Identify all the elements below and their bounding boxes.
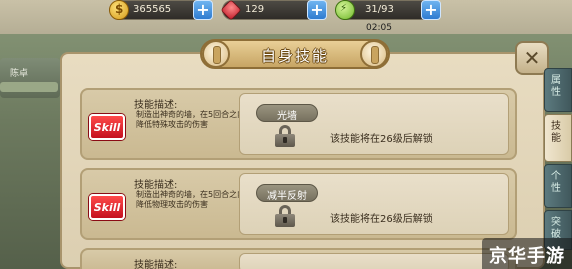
- tab-label: 属性: [551, 75, 561, 98]
- skill-name-badge: 光墙: [256, 104, 318, 122]
- gem-counter: 129 +: [220, 0, 327, 21]
- add-gold-button[interactable]: +: [193, 0, 213, 20]
- skill-unlock-text: 该技能将在26级后解锁: [330, 134, 433, 145]
- gem-value: 129: [245, 4, 265, 15]
- skill-card[interactable]: 技能描述:: [80, 248, 517, 269]
- tab-label: 技能: [551, 121, 561, 144]
- skill-desc-text: 制造出神奇的墙，在5回合之内降低特殊攻击的伤害: [136, 110, 246, 129]
- stamina-timer: 02:05: [366, 23, 392, 33]
- skill-name: 减半反射: [267, 191, 307, 202]
- skill-desc-title: 技能描述:: [134, 100, 178, 111]
- stamina-value: 31/93: [365, 4, 394, 15]
- background-player-name: 陈卓: [10, 69, 29, 79]
- tab-personality[interactable]: 个性: [544, 164, 572, 208]
- tab-skills[interactable]: 技能: [544, 114, 572, 162]
- background-player-panel: [0, 58, 60, 98]
- add-gem-button[interactable]: +: [307, 0, 327, 20]
- skill-lock-panel: [239, 253, 509, 269]
- stamina-counter: ⚡ 31/93 +: [335, 0, 441, 20]
- skill-lock-panel: 减半反射 该技能将在26级后解锁: [239, 173, 509, 235]
- skill-name: 光墙: [277, 111, 297, 122]
- skill-name-badge: 减半反射: [256, 184, 318, 202]
- gold-counter: $ 365565 +: [109, 0, 213, 20]
- skill-logo-icon: Skill: [89, 114, 125, 140]
- skill-logo-icon: Skill: [89, 194, 125, 220]
- tab-attributes[interactable]: 属性: [544, 68, 572, 112]
- tab-label: 个性: [551, 171, 561, 194]
- lock-icon: [275, 125, 295, 147]
- skill-card[interactable]: Skill 技能描述: 制造出神奇的墙，在5回合之内降低物理攻击的伤害 减半反射…: [80, 168, 517, 240]
- stamina-icon: ⚡: [335, 0, 355, 20]
- skill-desc-text: 制造出神奇的墙，在5回合之内降低物理攻击的伤害: [136, 190, 246, 209]
- skill-unlock-text: 该技能将在26级后解锁: [330, 214, 433, 225]
- skill-desc-title: 技能描述:: [134, 260, 178, 269]
- skill-desc-title: 技能描述:: [134, 180, 178, 191]
- add-stamina-button[interactable]: +: [421, 0, 441, 20]
- lock-icon: [275, 205, 295, 227]
- gold-value: 365565: [133, 4, 172, 15]
- watermark: 京华手游: [482, 238, 572, 269]
- background-player-bar: [0, 82, 58, 92]
- title-ornament-left-icon: [202, 40, 230, 68]
- skill-card[interactable]: Skill 技能描述: 制造出神奇的墙，在5回合之内降低特殊攻击的伤害 光墙 该…: [80, 88, 517, 160]
- skill-lock-panel: 光墙 该技能将在26级后解锁: [239, 93, 509, 155]
- coin-icon: $: [109, 0, 129, 20]
- title-ornament-right-icon: [360, 40, 388, 68]
